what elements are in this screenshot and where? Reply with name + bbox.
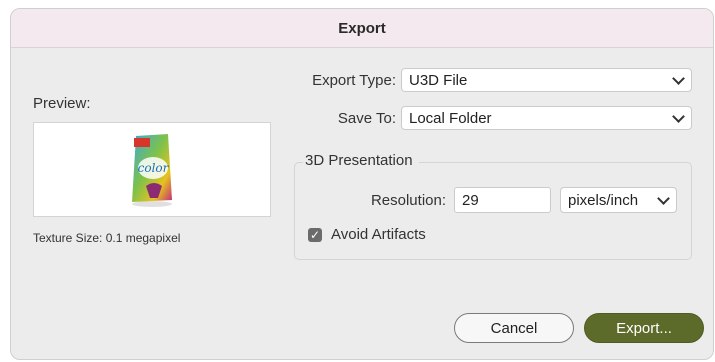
- chevron-down-icon: [672, 109, 685, 123]
- chevron-down-icon: [657, 191, 670, 205]
- save-to-select[interactable]: Local Folder: [401, 106, 692, 130]
- preview-image: color: [33, 122, 271, 217]
- export-dialog: Export Preview: color Texture Size: 0.1 …: [10, 8, 714, 360]
- export-type-label: Export Type:: [312, 72, 396, 89]
- cancel-button[interactable]: Cancel: [454, 313, 574, 343]
- avoid-artifacts-label[interactable]: Avoid Artifacts: [331, 226, 426, 243]
- resolution-input[interactable]: [454, 187, 551, 213]
- checkmark-icon: ✓: [309, 228, 321, 242]
- product-package-thumbnail: color: [132, 133, 172, 207]
- export-type-select[interactable]: U3D File: [401, 68, 692, 92]
- dialog-title: Export: [11, 9, 713, 48]
- export-type-value: U3D File: [409, 71, 468, 89]
- save-to-label: Save To:: [337, 110, 396, 127]
- resolution-unit-value: pixels/inch: [568, 191, 639, 209]
- export-button[interactable]: Export...: [584, 313, 704, 343]
- preview-label: Preview:: [33, 95, 91, 112]
- thumbnail-logo-text: color: [138, 161, 170, 175]
- presentation-group-title: 3D Presentation: [303, 152, 419, 169]
- resolution-label: Resolution:: [370, 192, 446, 209]
- texture-size-text: Texture Size: 0.1 megapixel: [33, 231, 181, 245]
- resolution-unit-select[interactable]: pixels/inch: [560, 187, 677, 213]
- save-to-value: Local Folder: [409, 109, 492, 127]
- chevron-down-icon: [672, 71, 685, 85]
- avoid-artifacts-checkbox[interactable]: ✓: [308, 228, 322, 242]
